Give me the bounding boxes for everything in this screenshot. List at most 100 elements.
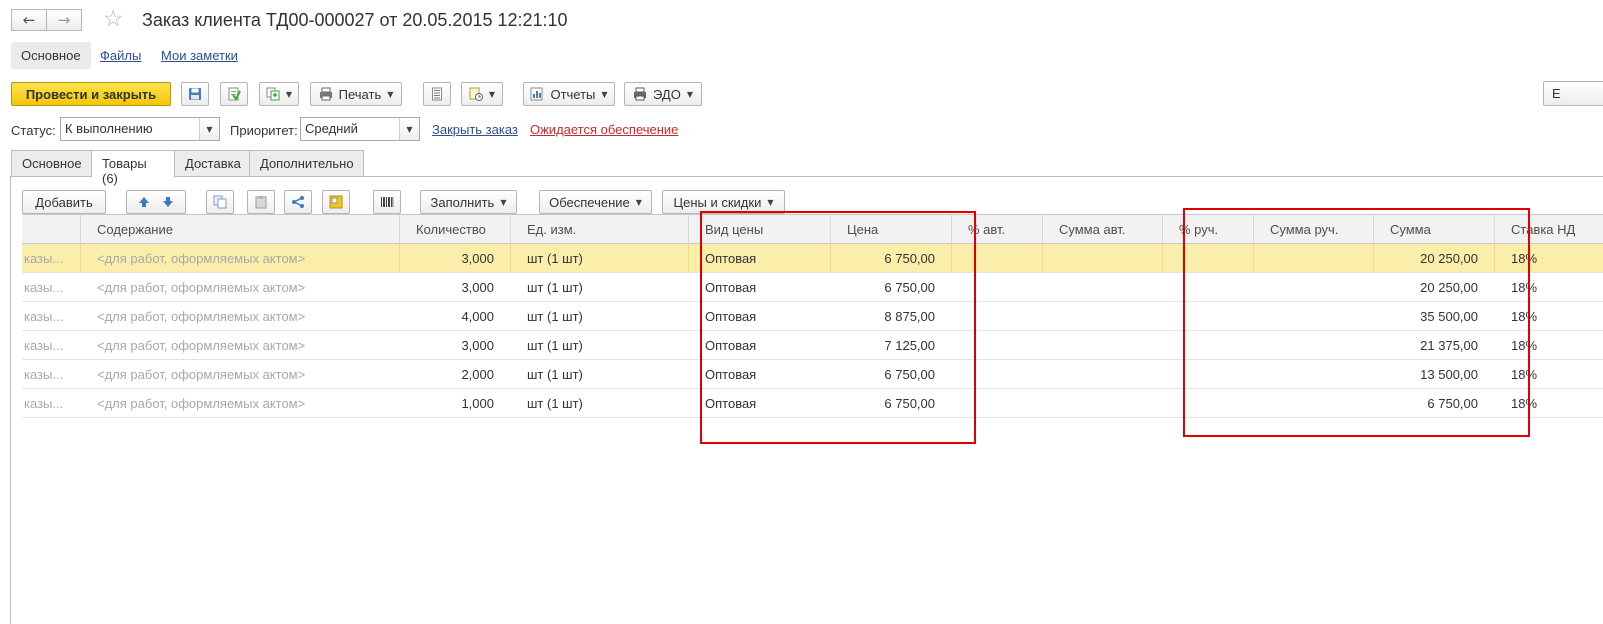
- post-document-icon: [228, 87, 241, 101]
- copy-row-button[interactable]: [206, 190, 234, 214]
- cell-unit[interactable]: шт (1 шт): [510, 244, 688, 272]
- cell-nomenclature[interactable]: казы...: [22, 302, 80, 330]
- edo-icon: [634, 87, 646, 101]
- cell-content[interactable]: <для работ, оформляемых актом>: [80, 244, 399, 272]
- pick-goods-icon: [329, 195, 343, 209]
- cell-content[interactable]: <для работ, оформляемых актом>: [80, 360, 399, 388]
- cell-qty[interactable]: 3,000: [399, 244, 510, 272]
- cell-nomenclature[interactable]: казы...: [22, 331, 80, 359]
- close-order-link[interactable]: Закрыть заказ: [432, 122, 518, 138]
- more-actions-button[interactable]: Е: [1543, 81, 1603, 106]
- panel-border: [10, 177, 11, 624]
- chevron-down-icon: ▼: [285, 89, 293, 99]
- chevron-down-icon: ▼: [387, 89, 394, 99]
- chevron-down-icon: ▼: [488, 89, 496, 99]
- cell-qty[interactable]: 3,000: [399, 331, 510, 359]
- back-button[interactable]: ←: [11, 9, 47, 31]
- nav-notes-link[interactable]: Мои заметки: [161, 47, 238, 65]
- clipboard-icon: [255, 196, 267, 209]
- chevron-down-icon: ▼: [601, 89, 608, 99]
- document-clock-icon: [469, 87, 483, 101]
- cell-auto-sum[interactable]: [1042, 244, 1162, 272]
- tab-goods[interactable]: Товары (6): [91, 150, 175, 186]
- cell-qty[interactable]: 2,000: [399, 360, 510, 388]
- tab-additional[interactable]: Дополнительно: [249, 150, 364, 177]
- reports-button-label: Отчеты: [550, 86, 596, 102]
- column-header-unit[interactable]: Ед. изм.: [510, 215, 688, 244]
- supply-button[interactable]: Обеспечение ▼: [539, 190, 652, 214]
- forward-button[interactable]: →: [46, 9, 82, 31]
- cell-nomenclature[interactable]: казы...: [22, 244, 80, 272]
- edo-button-label: ЭДО: [653, 86, 681, 102]
- cell-nomenclature[interactable]: казы...: [22, 360, 80, 388]
- cell-auto-sum[interactable]: [1042, 389, 1162, 417]
- chevron-down-icon[interactable]: ▼: [399, 118, 419, 140]
- print-button[interactable]: Печать ▼: [310, 82, 402, 106]
- highlight-box-price: [700, 211, 976, 444]
- create-based-on-icon: [266, 87, 280, 101]
- column-header-nomenclature[interactable]: [22, 215, 80, 244]
- cell-content[interactable]: <для работ, оформляемых актом>: [80, 273, 399, 301]
- cell-auto-sum[interactable]: [1042, 302, 1162, 330]
- cell-qty[interactable]: 4,000: [399, 302, 510, 330]
- status-value: К выполнению: [65, 121, 153, 136]
- tab-delivery[interactable]: Доставка: [174, 150, 250, 177]
- cell-auto-sum[interactable]: [1042, 273, 1162, 301]
- cell-content[interactable]: <для работ, оформляемых актом>: [80, 302, 399, 330]
- page-title: Заказ клиента ТД00-000027 от 20.05.2015 …: [142, 10, 568, 30]
- cell-auto-sum[interactable]: [1042, 360, 1162, 388]
- cell-unit[interactable]: шт (1 шт): [510, 273, 688, 301]
- pick-goods-button[interactable]: [322, 190, 350, 214]
- chevron-down-icon: ▼: [686, 89, 693, 99]
- cell-unit[interactable]: шт (1 шт): [510, 331, 688, 359]
- cell-nomenclature[interactable]: казы...: [22, 389, 80, 417]
- delete-row-button[interactable]: [247, 190, 275, 214]
- column-header-content[interactable]: Содержание: [80, 215, 399, 244]
- move-row-buttons[interactable]: [126, 190, 186, 214]
- split-row-button[interactable]: [284, 190, 312, 214]
- document-journal-button[interactable]: [423, 82, 451, 106]
- nav-main[interactable]: Основное: [11, 42, 91, 69]
- reports-icon: [530, 87, 543, 101]
- highlight-box-sum: [1183, 208, 1530, 437]
- chevron-down-icon: ▼: [767, 197, 774, 207]
- save-button[interactable]: [181, 82, 209, 106]
- supply-button-label: Обеспечение: [549, 194, 630, 210]
- printer-icon: [319, 87, 332, 101]
- tab-main[interactable]: Основное: [11, 150, 92, 177]
- favorite-star-icon[interactable]: ☆: [103, 6, 124, 32]
- cell-unit[interactable]: шт (1 шт): [510, 389, 688, 417]
- save-icon: [189, 88, 201, 100]
- cell-unit[interactable]: шт (1 шт): [510, 360, 688, 388]
- arrow-up-icon[interactable]: [137, 195, 151, 209]
- arrow-down-icon[interactable]: [161, 195, 175, 209]
- status-select[interactable]: К выполнению ▼: [60, 117, 220, 141]
- column-header-qty[interactable]: Количество: [399, 215, 510, 244]
- cell-unit[interactable]: шт (1 шт): [510, 302, 688, 330]
- priority-select[interactable]: Средний ▼: [300, 117, 420, 141]
- create-based-on-button[interactable]: ▼: [259, 82, 299, 106]
- nav-files-link[interactable]: Файлы: [100, 47, 141, 65]
- post-and-close-button[interactable]: Провести и закрыть: [11, 82, 171, 106]
- awaiting-supply-link[interactable]: Ожидается обеспечение: [530, 122, 678, 138]
- chevron-down-icon: ▼: [635, 197, 642, 207]
- chevron-down-icon: ▼: [500, 197, 507, 207]
- copy-icon: [213, 195, 227, 209]
- cell-nomenclature[interactable]: казы...: [22, 273, 80, 301]
- structure-button[interactable]: ▼: [461, 82, 503, 106]
- cell-auto-sum[interactable]: [1042, 331, 1162, 359]
- fill-button[interactable]: Заполнить ▼: [420, 190, 517, 214]
- list-document-icon: [432, 87, 442, 101]
- chevron-down-icon[interactable]: ▼: [199, 118, 219, 140]
- reports-button[interactable]: Отчеты ▼: [523, 82, 615, 106]
- post-button[interactable]: [220, 82, 248, 106]
- barcode-icon: [381, 197, 394, 207]
- add-row-button[interactable]: Добавить: [22, 190, 106, 214]
- edo-button[interactable]: ЭДО ▼: [624, 82, 702, 106]
- cell-content[interactable]: <для работ, оформляемых актом>: [80, 389, 399, 417]
- cell-qty[interactable]: 3,000: [399, 273, 510, 301]
- cell-qty[interactable]: 1,000: [399, 389, 510, 417]
- barcode-button[interactable]: [373, 190, 401, 214]
- cell-content[interactable]: <для работ, оформляемых актом>: [80, 331, 399, 359]
- column-header-auto-sum[interactable]: Сумма авт.: [1042, 215, 1162, 244]
